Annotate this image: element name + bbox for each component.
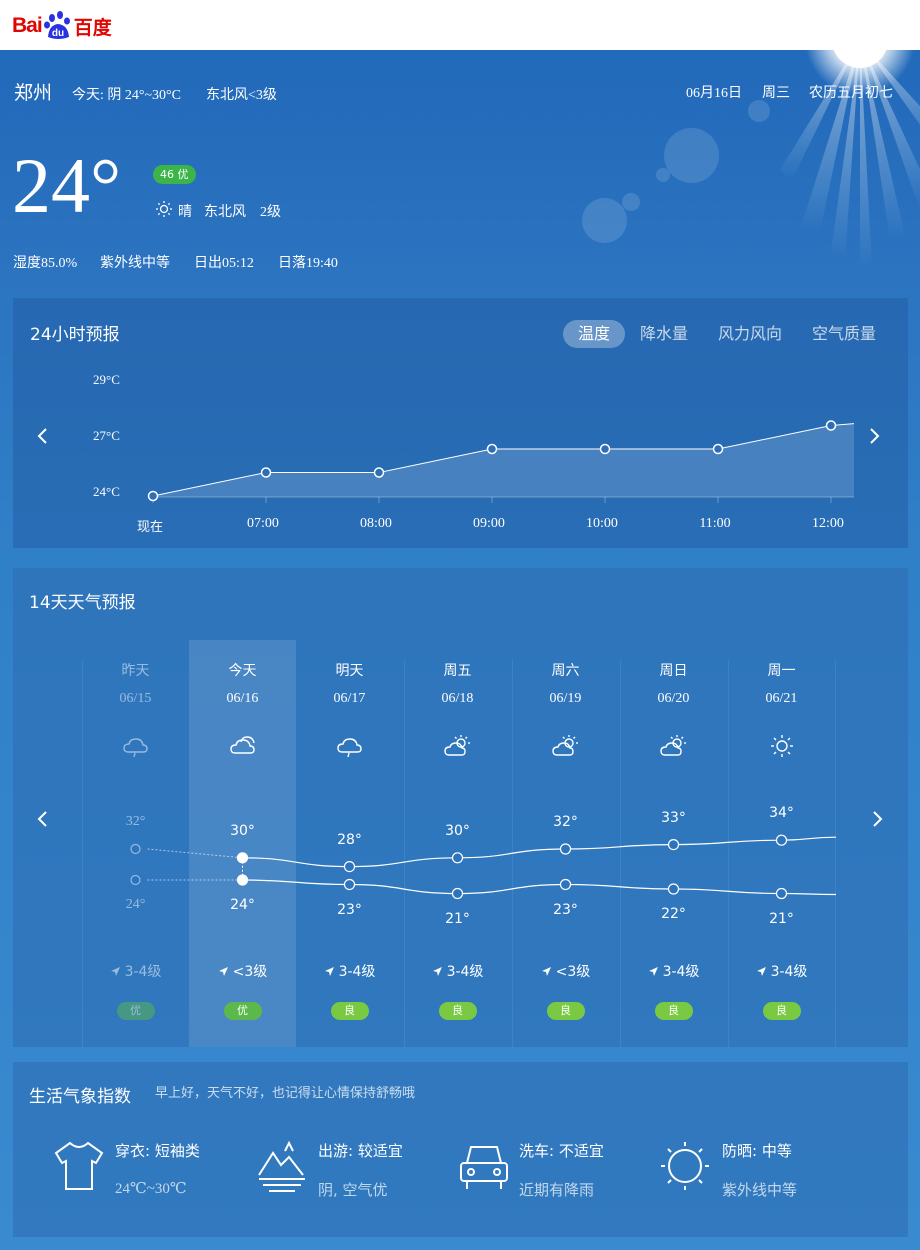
life-subtitle: 早上好，天气不好，也记得让心情保持舒畅哦 xyxy=(155,1086,416,1101)
low-temp-point xyxy=(559,878,572,891)
car-icon xyxy=(460,1146,508,1189)
mountain-icon xyxy=(258,1140,305,1192)
high-temp-point xyxy=(451,852,464,864)
chevron-right-icon xyxy=(873,811,883,827)
life-item-detail: 24℃~30℃ xyxy=(115,1181,187,1197)
low-temp-point xyxy=(775,887,788,900)
low-temp-point xyxy=(667,883,680,895)
high-temp-point xyxy=(130,843,141,855)
high-temp-point xyxy=(667,838,680,851)
high-temp-point xyxy=(559,843,572,855)
high-temp-point xyxy=(343,860,356,873)
daily-temperature-lines xyxy=(130,834,837,900)
high-temp-point xyxy=(775,834,788,846)
life-title: 生活气象指数 xyxy=(29,1087,131,1107)
life-item-detail: 近期有降雨 xyxy=(519,1181,595,1199)
life-item-detail: 阴, 空气优 xyxy=(318,1181,388,1199)
sun-icon xyxy=(661,1142,709,1190)
low-temp-point xyxy=(451,887,464,900)
life-item-title: 穿衣: 短袖类 xyxy=(115,1142,200,1160)
life-item-title: 洗车: 不适宜 xyxy=(519,1142,604,1160)
life-item-detail: 紫外线中等 xyxy=(722,1181,798,1199)
life-item-title: 防晒: 中等 xyxy=(722,1142,792,1160)
life-item-title: 出游: 较适宜 xyxy=(318,1142,403,1160)
daily-next-button[interactable] xyxy=(868,804,888,834)
low-temp-line xyxy=(242,879,837,896)
shirt-icon xyxy=(54,1141,104,1190)
low-temp-point xyxy=(130,874,141,886)
daily-prev-button[interactable] xyxy=(32,804,52,834)
high-temp-past-segment xyxy=(147,848,243,859)
chevron-left-icon xyxy=(37,811,47,827)
high-temp-line xyxy=(242,836,837,868)
low-temp-point xyxy=(343,878,356,891)
